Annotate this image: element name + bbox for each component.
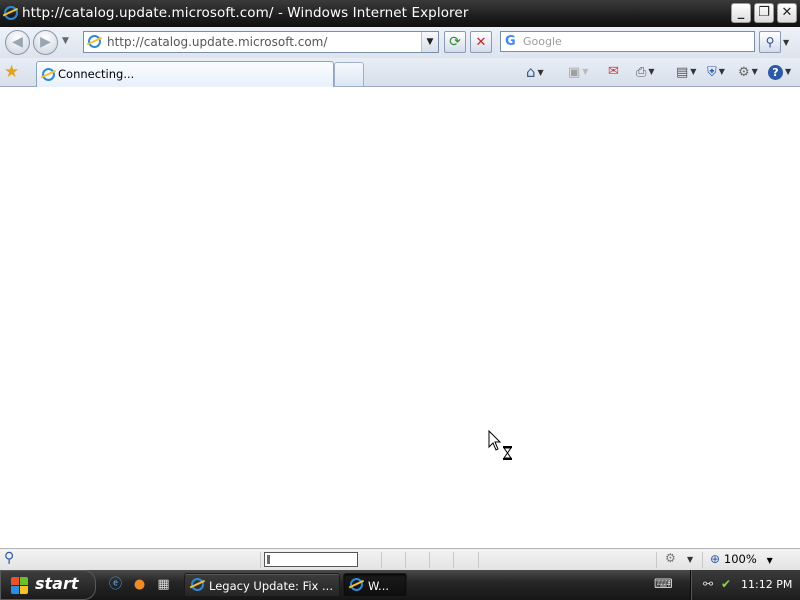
system-tray: ⚯ ✔ 11:12 PM — [690, 570, 800, 600]
recent-pages-dropdown-icon[interactable]: ▼ — [62, 36, 69, 46]
title-bar[interactable]: http://catalog.update.microsoft.com/ - W… — [0, 0, 800, 27]
status-divider — [702, 552, 703, 568]
window-title: http://catalog.update.microsoft.com/ - W… — [22, 5, 469, 21]
ie-icon — [4, 6, 18, 20]
tab-label: Connecting... — [58, 67, 135, 81]
status-bar: ⚲ ⚙ ▼ ⊕ 100% ▼ — [0, 548, 800, 570]
quicklaunch-firefox-icon[interactable]: ● — [131, 576, 148, 593]
status-divider — [381, 552, 382, 568]
zoom-dropdown-icon[interactable]: ▼ — [767, 556, 773, 565]
security-alert-icon[interactable]: ✔ — [721, 577, 731, 591]
tab-bar: ★ Connecting... ⌂ ▼ ▣ ▼ ✉ ⎙ ▼ ▤ ▼ ⛨ ▼ ⚙ ▼ ? ▼ — [0, 58, 800, 87]
close-button[interactable]: ✕ — [777, 3, 797, 23]
safety-menu-button[interactable]: ⛨ ▼ — [707, 63, 725, 81]
network-icon[interactable]: ⚯ — [703, 577, 713, 591]
tab-connecting[interactable]: Connecting... — [36, 61, 334, 87]
tab-ie-icon — [42, 68, 55, 81]
address-dropdown-button[interactable]: ▼ — [421, 32, 438, 52]
chevron-down-icon[interactable]: ▼ — [648, 67, 654, 76]
help-icon: ? — [768, 65, 783, 80]
progress-fill — [267, 555, 270, 564]
ie-icon — [191, 578, 204, 591]
print-icon: ⎙ — [636, 65, 647, 80]
windows-logo-icon — [11, 577, 29, 594]
new-tab-button[interactable] — [334, 62, 364, 87]
page-icon: ▤ — [676, 65, 689, 80]
chevron-down-icon[interactable]: ▼ — [719, 67, 725, 76]
back-arrow-icon: ◀ — [12, 34, 23, 50]
start-label: start — [35, 574, 79, 593]
taskbar: start ⓔ ● ▦ Legacy Update: Fix ... W... … — [0, 570, 800, 600]
shield-icon: ⛨ — [707, 65, 717, 80]
taskbar-item-internet-explorer[interactable]: W... — [343, 573, 407, 597]
protected-mode-icon[interactable]: ⚙ — [665, 551, 676, 565]
chevron-down-icon: ▼ — [426, 37, 434, 47]
zoom-control[interactable]: ⊕ 100% ▼ — [710, 552, 773, 566]
page-menu-button[interactable]: ▤ ▼ — [676, 63, 696, 81]
home-button[interactable]: ⌂ ▼ — [526, 63, 544, 81]
search-options-dropdown-icon[interactable]: ▼ — [783, 38, 789, 47]
stop-button[interactable]: ✕ — [470, 31, 492, 53]
minimize-icon: _ — [737, 5, 745, 20]
google-icon: G — [505, 34, 516, 49]
status-divider — [453, 552, 454, 568]
status-divider — [260, 552, 261, 568]
back-button[interactable]: ◀ — [5, 30, 30, 55]
restore-button[interactable]: ❐ — [754, 3, 774, 23]
print-button[interactable]: ⎙ ▼ — [636, 63, 655, 81]
home-icon: ⌂ — [526, 63, 536, 81]
zoom-level: 100% — [723, 552, 757, 566]
minimize-button[interactable]: _ — [731, 3, 751, 23]
ie-icon — [350, 578, 363, 591]
search-box[interactable]: G Google — [500, 31, 755, 52]
stop-icon: ✕ — [475, 35, 487, 50]
search-icon: ⚲ — [765, 35, 775, 49]
protected-mode-dropdown-icon[interactable]: ▼ — [687, 555, 693, 564]
address-bar[interactable]: http://catalog.update.microsoft.com/ ▼ — [83, 31, 439, 53]
search-input[interactable]: Google — [523, 35, 562, 48]
quicklaunch-media-icon[interactable]: ▦ — [155, 576, 172, 593]
status-search-icon: ⚲ — [4, 550, 15, 566]
chevron-down-icon[interactable]: ▼ — [582, 67, 588, 76]
close-icon: ✕ — [781, 5, 793, 20]
feeds-button[interactable]: ▣ ▼ — [568, 63, 588, 81]
refresh-icon: ⟳ — [449, 34, 461, 50]
rss-feed-icon: ▣ — [568, 65, 581, 80]
tools-menu-button[interactable]: ⚙ ▼ — [738, 63, 758, 81]
clock[interactable]: 11:12 PM — [741, 578, 792, 591]
taskbar-item-label: W... — [368, 579, 390, 593]
page-ie-icon — [88, 35, 101, 48]
forward-arrow-icon: ▶ — [40, 34, 51, 50]
favorites-star-icon[interactable]: ★ — [4, 62, 19, 82]
chevron-down-icon[interactable]: ▼ — [538, 68, 544, 77]
help-menu-button[interactable]: ? ▼ — [768, 63, 791, 81]
refresh-button[interactable]: ⟳ — [444, 31, 466, 53]
status-divider — [405, 552, 406, 568]
page-content[interactable] — [0, 87, 800, 548]
mail-button[interactable]: ✉ — [608, 63, 619, 81]
status-divider — [656, 552, 657, 568]
address-input[interactable]: http://catalog.update.microsoft.com/ — [107, 35, 327, 49]
start-button[interactable]: start — [0, 570, 96, 600]
forward-button[interactable]: ▶ — [33, 30, 58, 55]
busy-cursor-icon — [488, 430, 512, 460]
quicklaunch-ie-icon[interactable]: ⓔ — [107, 576, 124, 593]
chevron-down-icon[interactable]: ▼ — [785, 67, 791, 76]
status-divider — [429, 552, 430, 568]
zoom-icon: ⊕ — [710, 552, 721, 566]
taskbar-item-legacy-update[interactable]: Legacy Update: Fix ... — [184, 573, 340, 597]
navigation-bar: ◀ ▶ ▼ http://catalog.update.microsoft.co… — [0, 27, 800, 58]
status-divider — [478, 552, 479, 568]
taskbar-item-label: Legacy Update: Fix ... — [209, 579, 333, 593]
keyboard-icon[interactable]: ⌨ — [654, 577, 673, 592]
mail-icon: ✉ — [608, 64, 619, 79]
gear-icon: ⚙ — [738, 65, 750, 80]
search-button[interactable]: ⚲ — [759, 31, 781, 53]
chevron-down-icon[interactable]: ▼ — [690, 67, 696, 76]
restore-icon: ❐ — [758, 5, 770, 20]
chevron-down-icon[interactable]: ▼ — [752, 67, 758, 76]
progress-bar — [264, 552, 358, 567]
